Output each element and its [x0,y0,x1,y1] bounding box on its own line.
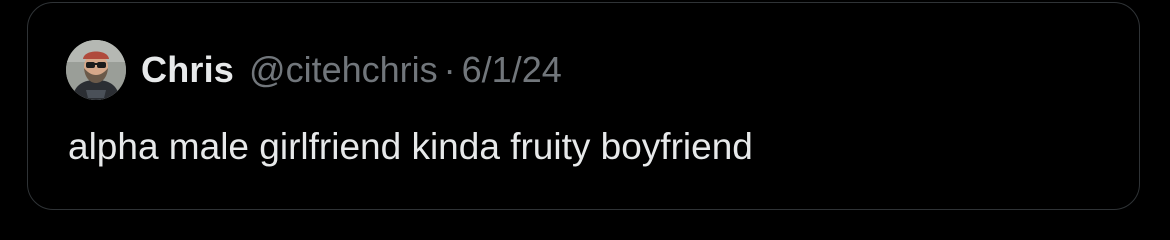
tweet-header: Chris @citehchris · 6/1/24 [66,39,562,101]
profile-photo-icon [66,40,126,100]
tweet-date[interactable]: 6/1/24 [462,49,562,91]
quoted-tweet-card[interactable]: Chris @citehchris · 6/1/24 alpha male gi… [27,2,1140,210]
author-name[interactable]: Chris [141,49,234,91]
author-handle[interactable]: @citehchris [249,49,438,91]
avatar[interactable] [66,40,126,100]
dot-separator: · [443,49,456,90]
tweet-text: alpha male girlfriend kinda fruity boyfr… [68,126,753,167]
